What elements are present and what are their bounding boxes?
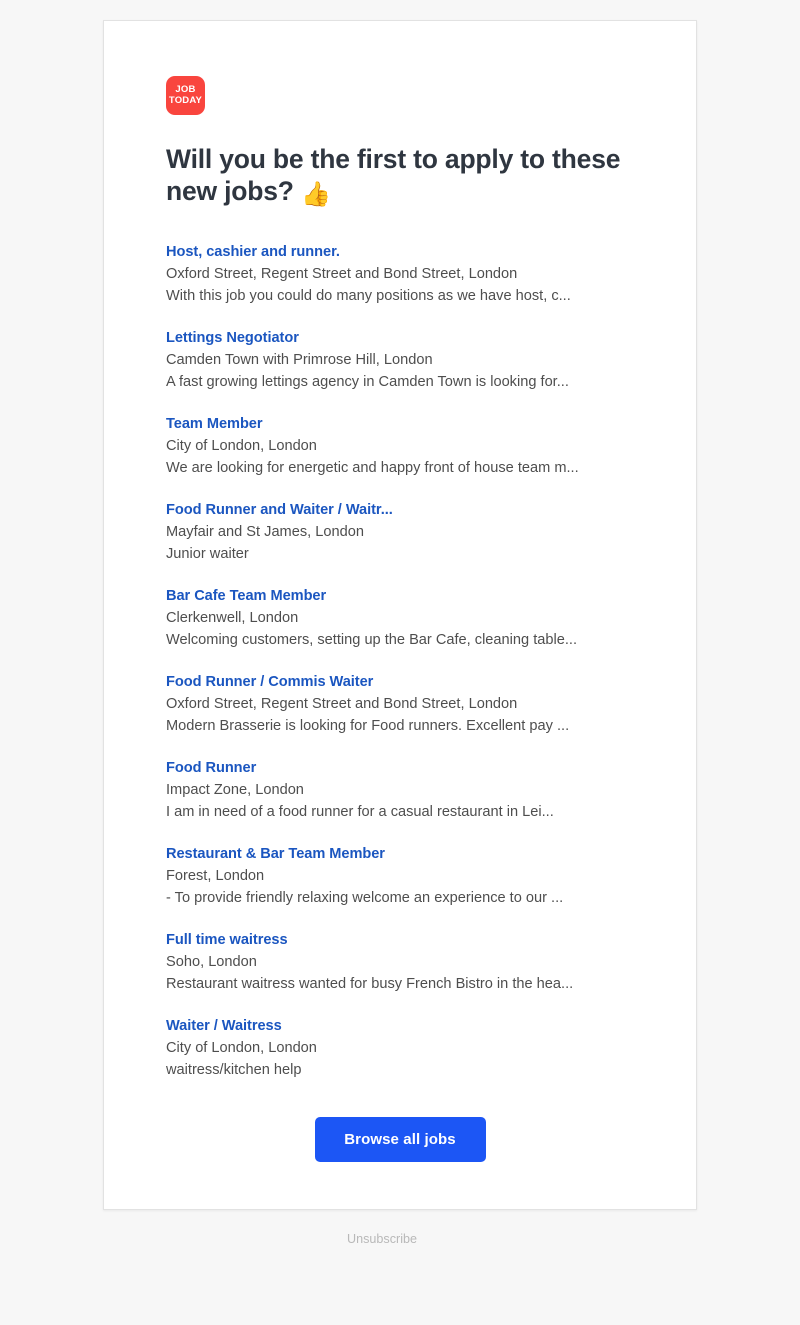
job-location: Soho, London [166,954,257,970]
thumbs-up-icon: 👍 [300,180,331,208]
job-location: Oxford Street, Regent Street and Bond St… [166,696,518,712]
browse-all-jobs-button[interactable]: Browse all jobs [314,1117,486,1162]
list-item[interactable]: Team Member City of London, London We ar… [166,413,634,479]
list-item[interactable]: Food Runner and Waiter / Waitr... Mayfai… [166,499,634,565]
job-description: I am in need of a food runner for a casu… [166,804,554,820]
email-preview-page: JOB TODAY Will you be the first to apply… [0,0,800,1325]
headline-text: Will you be the first to apply to these … [166,144,621,206]
job-location: Clerkenwell, London [166,610,299,626]
job-today-logo: JOB TODAY [166,76,205,115]
job-description: - To provide friendly relaxing welcome a… [166,890,564,906]
job-location: Impact Zone, London [166,782,304,798]
email-card: JOB TODAY Will you be the first to apply… [103,20,697,1210]
job-location: City of London, London [166,438,317,454]
job-title-link[interactable]: Restaurant & Bar Team Member [166,843,634,865]
job-description: With this job you could do many position… [166,288,571,304]
logo-text-line-2: TODAY [168,95,203,107]
job-title-link[interactable]: Team Member [166,413,634,435]
job-description: Welcoming customers, setting up the Bar … [166,632,577,648]
list-item[interactable]: Waiter / Waitress City of London, London… [166,1015,634,1081]
job-description: Junior waiter [166,546,249,562]
job-title-link[interactable]: Lettings Negotiator [166,327,634,349]
job-title-link[interactable]: Food Runner [166,757,634,779]
job-title-link[interactable]: Waiter / Waitress [166,1015,634,1037]
job-listings: Host, cashier and runner. Oxford Street,… [166,241,634,1081]
job-title-link[interactable]: Full time waitress [166,929,634,951]
job-description: waitress/kitchen help [166,1062,302,1078]
list-item[interactable]: Lettings Negotiator Camden Town with Pri… [166,327,634,393]
job-location: Camden Town with Primrose Hill, London [166,352,433,368]
job-location: City of London, London [166,1040,317,1056]
logo-text-line-1: JOB [175,84,196,96]
job-title-link[interactable]: Food Runner and Waiter / Waitr... [166,499,634,521]
unsubscribe-link[interactable]: Unsubscribe [347,1232,417,1246]
list-item[interactable]: Restaurant & Bar Team Member Forest, Lon… [166,843,634,909]
list-item[interactable]: Host, cashier and runner. Oxford Street,… [166,241,634,307]
job-location: Mayfair and St James, London [166,524,364,540]
job-location: Oxford Street, Regent Street and Bond St… [166,266,518,282]
job-location: Forest, London [166,868,265,884]
job-title-link[interactable]: Bar Cafe Team Member [166,585,634,607]
job-description: Modern Brasserie is looking for Food run… [166,718,570,734]
cta-container: Browse all jobs [166,1117,634,1162]
job-description: Restaurant waitress wanted for busy Fren… [166,976,574,992]
list-item[interactable]: Food Runner / Commis Waiter Oxford Stree… [166,671,634,737]
job-description: We are looking for energetic and happy f… [166,460,579,476]
job-title-link[interactable]: Food Runner / Commis Waiter [166,671,634,693]
job-title-link[interactable]: Host, cashier and runner. [166,241,634,263]
list-item[interactable]: Full time waitress Soho, London Restaura… [166,929,634,995]
job-description: A fast growing lettings agency in Camden… [166,374,569,390]
list-item[interactable]: Bar Cafe Team Member Clerkenwell, London… [166,585,634,651]
email-footer: Unsubscribe [0,1230,764,1248]
list-item[interactable]: Food Runner Impact Zone, London I am in … [166,757,634,823]
email-headline: Will you be the first to apply to these … [166,143,634,210]
email-body: JOB TODAY Will you be the first to apply… [104,21,696,1162]
